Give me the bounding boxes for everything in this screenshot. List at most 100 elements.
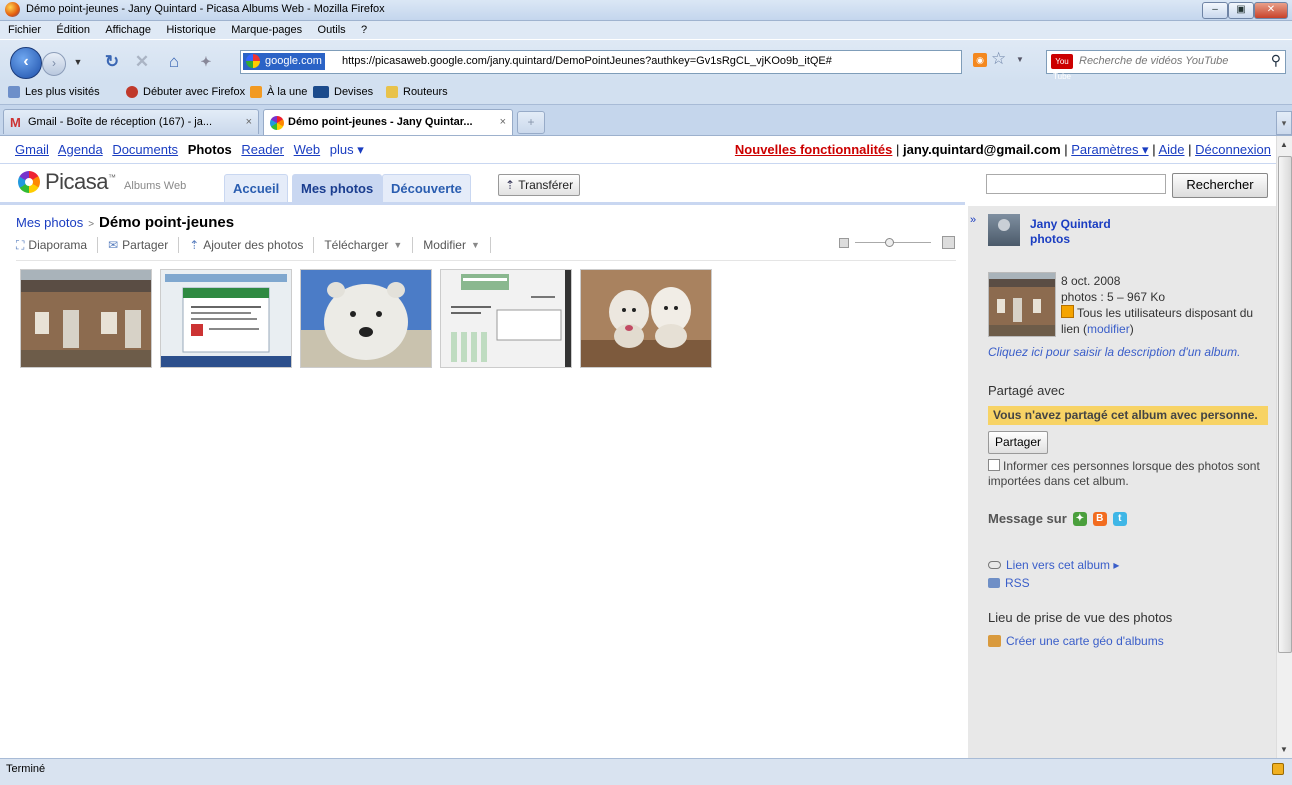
download-dropdown[interactable]: Télécharger ▼ xyxy=(324,238,402,252)
ssl-icon[interactable]: ✦ xyxy=(194,51,218,73)
upload-button[interactable]: ⇡ Transférer xyxy=(498,174,581,196)
album-sidebar: » Jany Quintard photos 8 oct. 2008 photo… xyxy=(968,206,1277,758)
photo-thumbnail[interactable] xyxy=(580,269,712,368)
reload-icon[interactable]: ↻ xyxy=(100,51,124,73)
folder-icon xyxy=(386,86,398,98)
slideshow-button[interactable]: ⛶ Diaporama xyxy=(16,238,87,253)
notify-checkbox[interactable] xyxy=(988,459,1000,471)
url-bar[interactable]: google.com https://picasaweb.google.com/… xyxy=(240,50,962,74)
buzz-icon[interactable]: ✦ xyxy=(1072,511,1087,526)
modify-visibility-link[interactable]: modifier xyxy=(1087,322,1130,336)
help-link[interactable]: Aide xyxy=(1158,142,1184,157)
new-tab-button[interactable]: + xyxy=(517,111,545,134)
close-window-button[interactable]: ✕ xyxy=(1254,2,1288,19)
album-description-prompt[interactable]: Cliquez ici pour saisir la description d… xyxy=(988,345,1240,359)
youtube-icon[interactable]: You Tube xyxy=(1051,54,1073,81)
close-tab-icon[interactable]: × xyxy=(500,110,506,135)
stop-icon[interactable]: ✕ xyxy=(130,51,154,73)
scrollbar-thumb[interactable] xyxy=(1278,156,1292,653)
scroll-up-icon[interactable]: ▲ xyxy=(1280,140,1288,149)
gbar-gmail[interactable]: Gmail xyxy=(15,142,49,157)
gbar-more[interactable]: plus ▾ xyxy=(330,142,364,157)
photo-thumbnail[interactable] xyxy=(160,269,292,368)
google-icon xyxy=(246,54,260,68)
close-tab-icon[interactable]: × xyxy=(246,110,252,135)
maximize-button[interactable]: ▣ xyxy=(1228,2,1254,19)
share-button[interactable]: Partager xyxy=(988,431,1049,454)
album-cover[interactable] xyxy=(988,272,1056,337)
avatar[interactable] xyxy=(988,214,1020,246)
tab-picasa[interactable]: Démo point-jeunes - Jany Quintar... × xyxy=(263,109,513,135)
create-map-link[interactable]: Créer une carte géo d'albums xyxy=(988,634,1164,648)
gbar-agenda[interactable]: Agenda xyxy=(58,142,103,157)
youtube-search-box[interactable]: You Tube Recherche de vidéos YouTube ⚲ xyxy=(1046,50,1286,81)
search-button[interactable]: Rechercher xyxy=(1172,173,1268,198)
twitter-icon[interactable]: t xyxy=(1112,511,1127,526)
bookmark-a-la-une[interactable]: À la une xyxy=(250,86,307,98)
menu-marque-pages[interactable]: Marque-pages xyxy=(231,21,302,39)
history-dropdown-icon[interactable]: ▼ xyxy=(66,51,90,73)
photo-thumbnail[interactable] xyxy=(440,269,572,368)
photo-thumbnail[interactable] xyxy=(20,269,152,368)
thumbnail-size-slider[interactable] xyxy=(839,236,955,250)
album-title: Démo point-jeunes xyxy=(99,214,235,231)
rss-link[interactable]: RSS xyxy=(988,576,1030,590)
picasa-logo[interactable]: Picasa ™ Albums Web xyxy=(18,169,186,195)
tab-strip: M Gmail - Boîte de réception (167) - ja.… xyxy=(0,105,1292,136)
minimize-button[interactable]: – xyxy=(1202,2,1228,19)
gbar-reader[interactable]: Reader xyxy=(241,142,284,157)
logout-link[interactable]: Déconnexion xyxy=(1195,142,1271,157)
new-features-link[interactable]: Nouvelles fonctionnalités xyxy=(735,142,892,157)
large-thumb-icon[interactable] xyxy=(942,236,955,249)
star-dropdown-icon[interactable]: ▼ xyxy=(1016,55,1024,64)
slider-handle[interactable] xyxy=(885,238,895,247)
back-button[interactable]: ‹ xyxy=(10,47,42,79)
bookmark-star-icon[interactable]: ☆ xyxy=(991,49,1006,69)
small-thumb-icon[interactable] xyxy=(839,238,849,248)
photo-thumbnail[interactable] xyxy=(300,269,432,368)
forward-button[interactable]: › xyxy=(42,52,66,76)
menu-historique[interactable]: Historique xyxy=(166,21,216,39)
menu-fichier[interactable]: Fichier xyxy=(8,21,41,39)
scroll-down-icon[interactable]: ▼ xyxy=(1280,745,1288,754)
user-profile-link[interactable]: Jany Quintard photos xyxy=(1030,217,1111,247)
tab-accueil[interactable]: Accueil xyxy=(224,174,289,203)
tab-mes-photos[interactable]: Mes photos xyxy=(292,174,383,203)
gbar-web[interactable]: Web xyxy=(294,142,321,157)
gbar-documents[interactable]: Documents xyxy=(112,142,178,157)
home-icon[interactable]: ⌂ xyxy=(162,51,186,73)
album-link[interactable]: Lien vers cet album ▸ xyxy=(988,558,1119,572)
rss-feed-icon[interactable]: ◉ xyxy=(973,53,987,67)
edit-dropdown[interactable]: Modifier ▼ xyxy=(423,238,480,252)
settings-link[interactable]: Paramètres ▾ xyxy=(1071,142,1148,157)
add-photos-button[interactable]: ⇡ Ajouter des photos xyxy=(189,238,303,252)
blogger-icon[interactable]: B xyxy=(1092,511,1107,526)
menu-outils[interactable]: Outils xyxy=(318,21,346,39)
tab-decouverte[interactable]: Découverte xyxy=(382,174,471,203)
menu-aide[interactable]: ? xyxy=(361,21,367,39)
bookmark-debuter-firefox[interactable]: Débuter avec Firefox xyxy=(126,86,245,98)
upload-icon: ⇡ xyxy=(189,238,200,252)
menu-edition[interactable]: Édition xyxy=(56,21,90,39)
photo-document xyxy=(441,270,571,367)
tab-gmail[interactable]: M Gmail - Boîte de réception (167) - ja.… xyxy=(3,109,259,134)
gbar-photos: Photos xyxy=(187,142,232,157)
bookmark-plus-visites[interactable]: Les plus visités xyxy=(8,86,100,98)
search-icon[interactable]: ⚲ xyxy=(1271,52,1281,69)
site-identity-badge[interactable]: google.com xyxy=(243,53,325,70)
url-text[interactable]: https://picasaweb.google.com/jany.quinta… xyxy=(342,55,832,67)
notify-option[interactable]: Informer ces personnes lorsque des photo… xyxy=(988,459,1273,489)
photo-chiens xyxy=(581,270,711,367)
window-title: Démo point-jeunes - Jany Quintard - Pica… xyxy=(26,3,385,15)
album-search-input[interactable] xyxy=(986,174,1166,194)
bookmark-routeurs[interactable]: Routeurs xyxy=(386,86,448,98)
menu-affichage[interactable]: Affichage xyxy=(105,21,151,39)
breadcrumb-parent[interactable]: Mes photos xyxy=(16,215,83,230)
bookmark-devises[interactable]: Devises xyxy=(313,86,373,98)
tab-list-button[interactable]: ▾ xyxy=(1276,111,1292,135)
collapse-sidebar-icon[interactable]: » xyxy=(970,214,976,226)
album-stats: photos : 5 – 967 Ko xyxy=(1061,290,1166,304)
vertical-scrollbar[interactable]: ▲ ▼ xyxy=(1276,136,1292,758)
share-action-button[interactable]: ✉ Partager xyxy=(108,238,168,252)
album-visibility: Tous les utilisateurs disposant du lien … xyxy=(1061,305,1254,336)
